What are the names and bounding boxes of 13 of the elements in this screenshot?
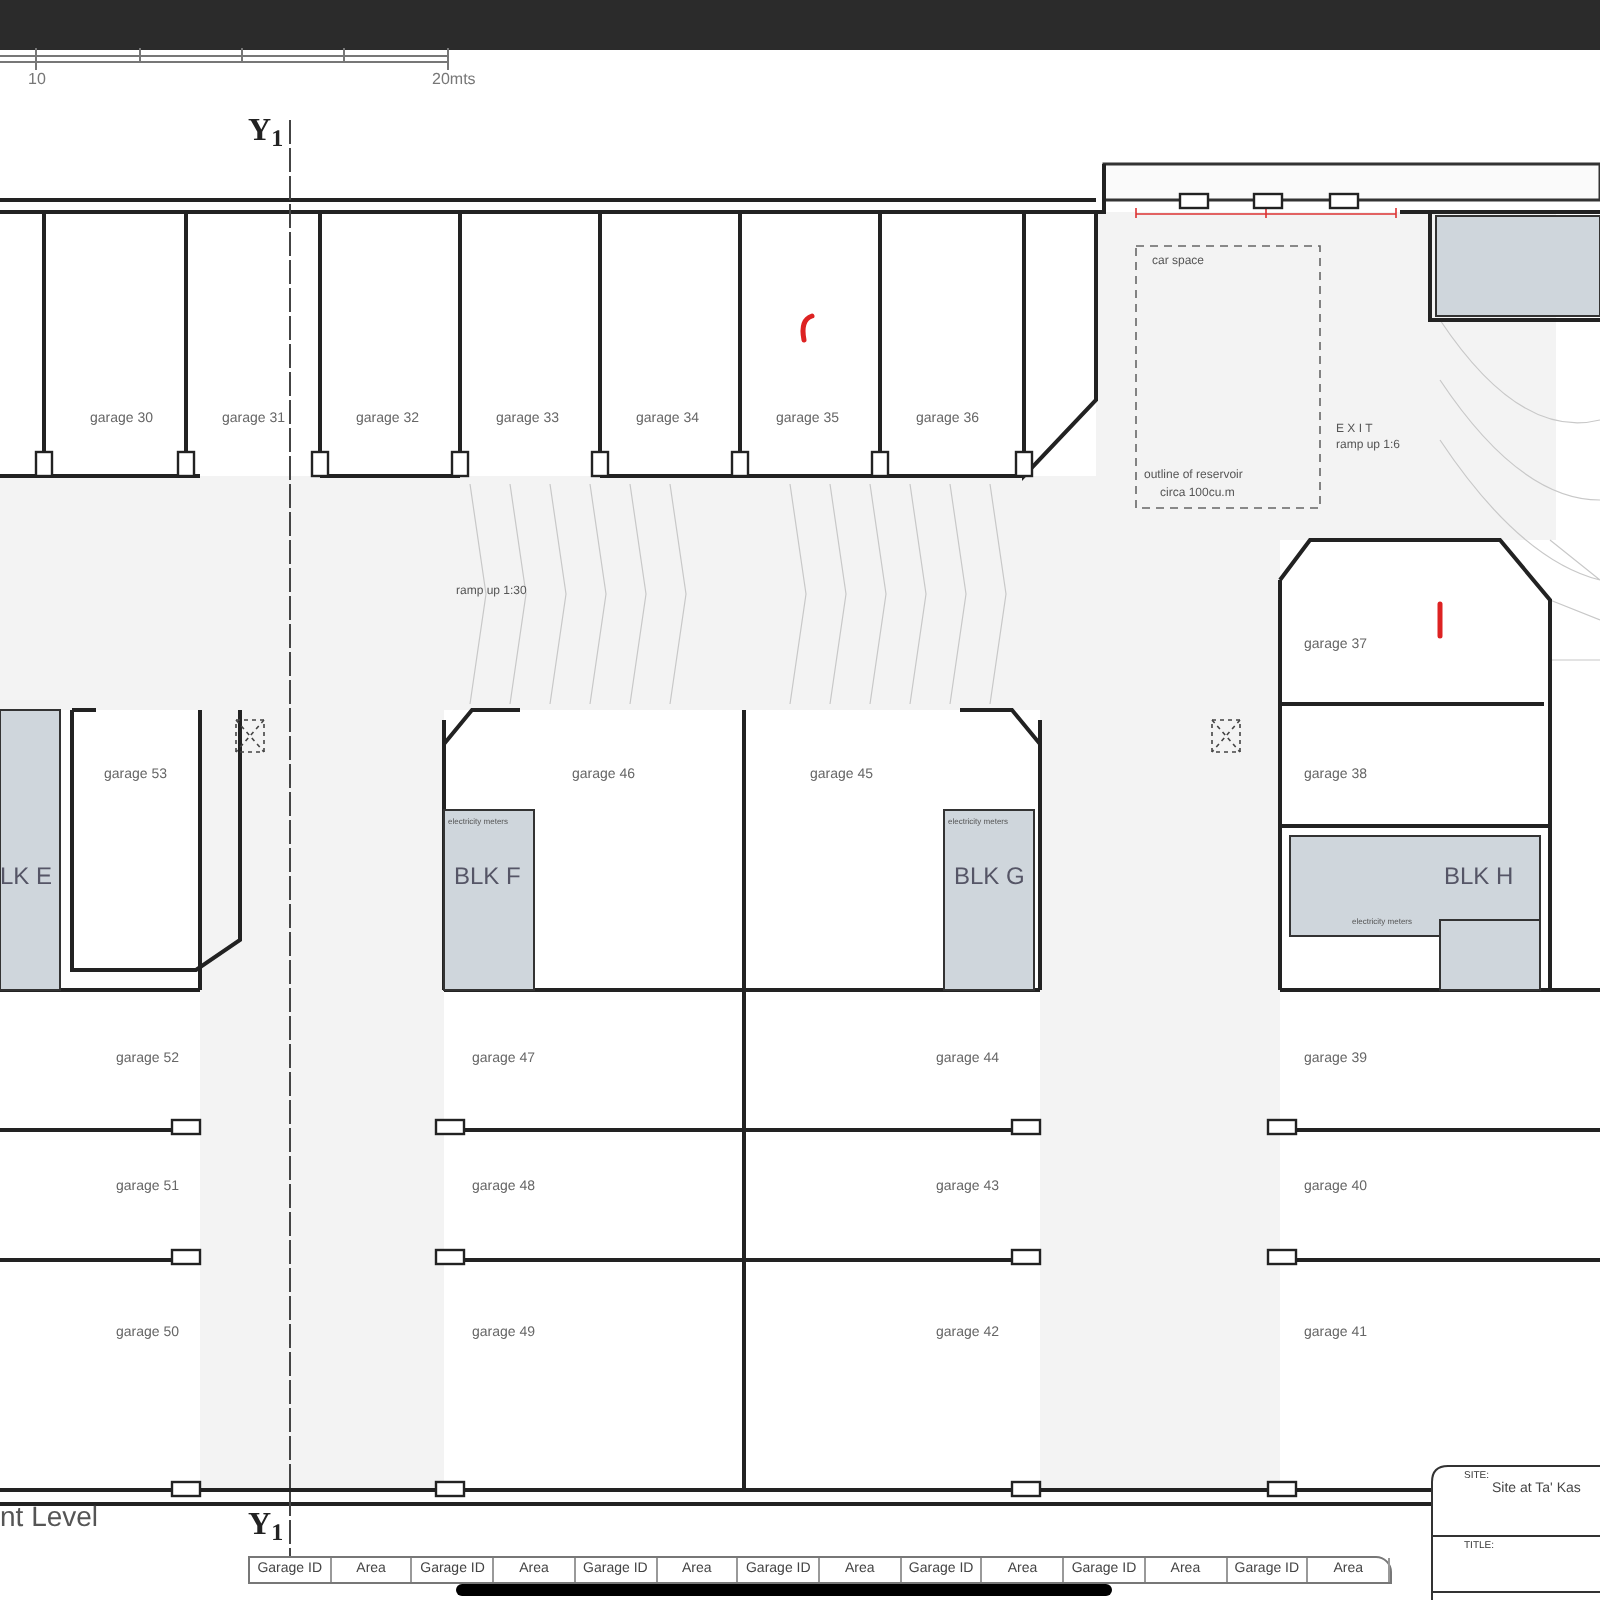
annotation-stroke-mark <box>1437 601 1443 639</box>
level-title: nt Level <box>0 1502 99 1530</box>
axis-label: Y$_{1}$ <box>248 116 284 148</box>
block-label: BLK H <box>1444 864 1514 888</box>
scale-label: 10 <box>28 72 46 88</box>
axis-label: Y$_{1}$ <box>248 1510 284 1542</box>
scale-label: 20mts <box>432 72 476 88</box>
block-label: BLK G <box>954 864 1025 888</box>
drainage-marker-icon <box>235 719 265 753</box>
block-label: LK E <box>0 864 53 888</box>
annotation-arc-mark <box>800 313 815 343</box>
block-label: BLK F <box>454 864 521 888</box>
drainage-marker-icon <box>1211 719 1241 753</box>
